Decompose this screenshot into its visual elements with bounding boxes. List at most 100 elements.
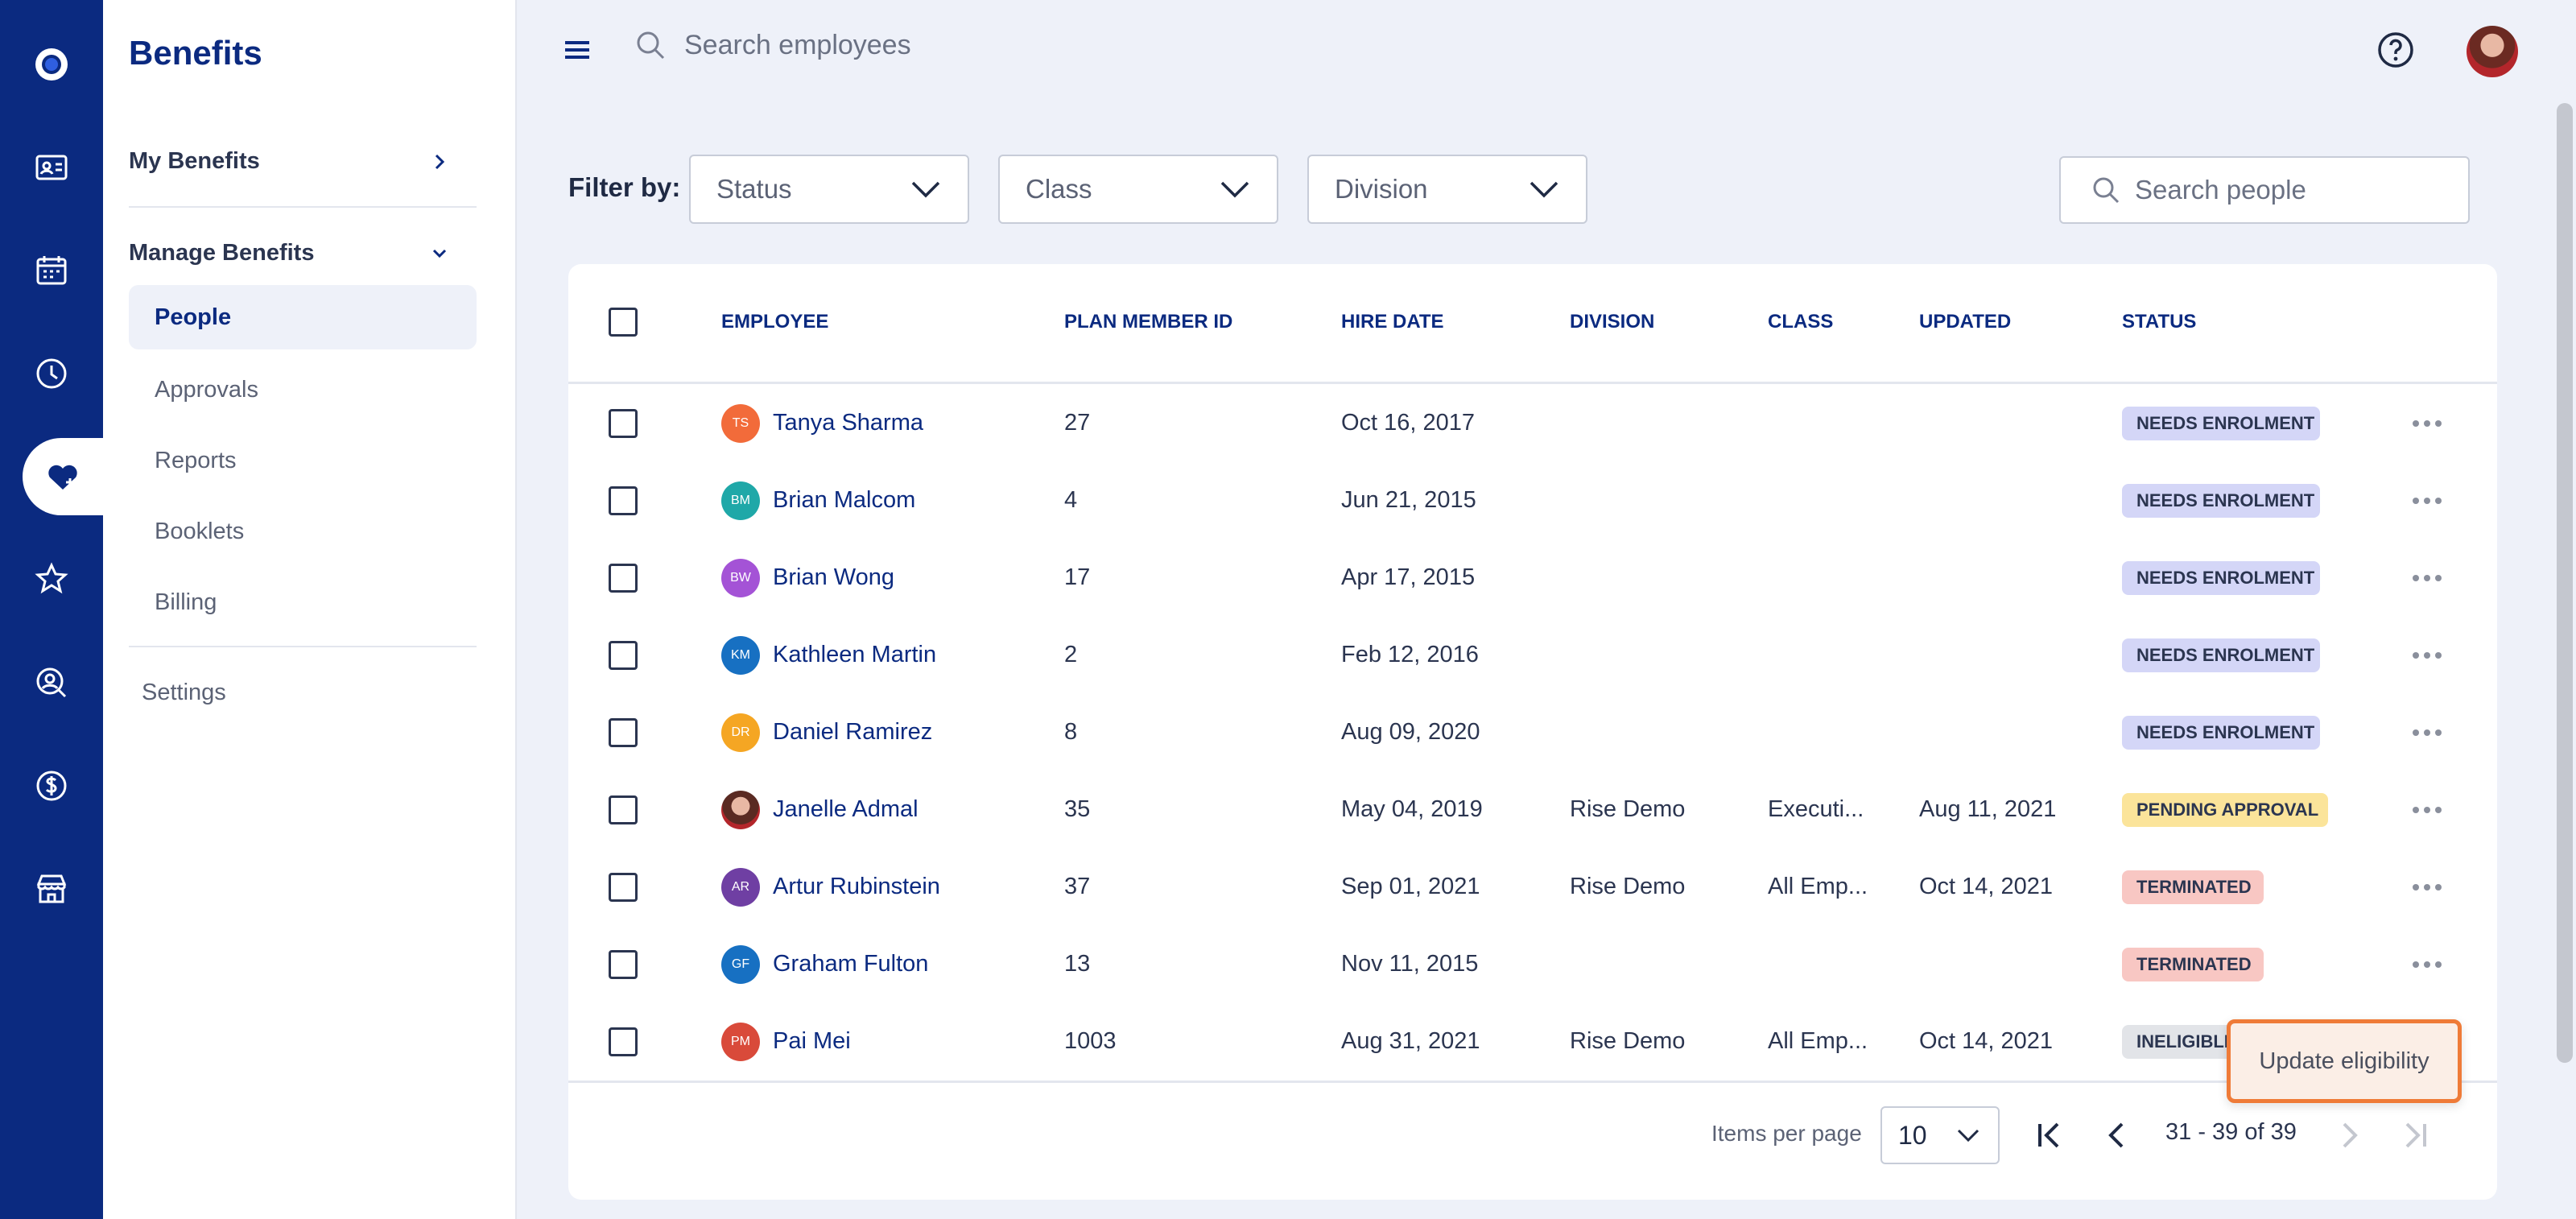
column-header-employee[interactable]: EMPLOYEE bbox=[721, 311, 828, 333]
chevron-down-icon bbox=[1957, 1129, 1979, 1143]
employee-avatar: GF bbox=[721, 945, 760, 984]
employee-search-input[interactable]: Search employees bbox=[684, 30, 911, 61]
row-checkbox[interactable] bbox=[609, 718, 638, 747]
employee-name-link[interactable]: Graham Fulton bbox=[773, 951, 928, 977]
hamburger-menu-icon[interactable] bbox=[564, 39, 591, 61]
dollar-icon[interactable] bbox=[0, 747, 103, 824]
hire-date: Aug 31, 2021 bbox=[1341, 1028, 1480, 1054]
chevron-down-icon bbox=[911, 181, 940, 198]
scrollbar-thumb[interactable] bbox=[2557, 103, 2573, 1063]
store-icon[interactable] bbox=[0, 850, 103, 928]
row-more-actions-icon[interactable] bbox=[2412, 729, 2442, 737]
hire-date: Nov 11, 2015 bbox=[1341, 951, 1479, 977]
employee-name-link[interactable]: Artur Rubinstein bbox=[773, 874, 940, 900]
nav-item-booklets[interactable]: Booklets bbox=[129, 499, 451, 564]
my-benefits-label: My Benefits bbox=[129, 148, 260, 174]
items-per-page-select[interactable]: 10 bbox=[1880, 1106, 2000, 1164]
plan-member-id: 27 bbox=[1064, 410, 1091, 436]
search-icon bbox=[637, 31, 665, 60]
row-checkbox[interactable] bbox=[609, 486, 638, 515]
row-checkbox[interactable] bbox=[609, 950, 638, 979]
nav-title: Benefits bbox=[129, 34, 262, 72]
class-filter-dropdown[interactable]: Class bbox=[998, 155, 1278, 224]
calendar-icon[interactable] bbox=[0, 232, 103, 309]
hire-date: Feb 12, 2016 bbox=[1341, 642, 1479, 667]
row-checkbox[interactable] bbox=[609, 564, 638, 593]
nav-item-people[interactable]: People bbox=[129, 285, 477, 349]
people-search-icon[interactable] bbox=[0, 644, 103, 721]
previous-page-icon[interactable] bbox=[2099, 1118, 2135, 1153]
clock-icon[interactable] bbox=[0, 335, 103, 412]
people-search-box[interactable]: Search people bbox=[2059, 156, 2470, 224]
row-more-actions-icon[interactable] bbox=[2412, 419, 2442, 428]
plan-member-id: 35 bbox=[1064, 796, 1091, 822]
column-header-status[interactable]: STATUS bbox=[2122, 311, 2196, 333]
status-badge: TERMINATED bbox=[2122, 948, 2264, 981]
row-checkbox[interactable] bbox=[609, 641, 638, 670]
app-logo-icon[interactable] bbox=[0, 26, 103, 103]
employee-name-link[interactable]: Brian Malcom bbox=[773, 487, 915, 514]
row-checkbox[interactable] bbox=[609, 873, 638, 902]
nav-item-settings[interactable]: Settings bbox=[142, 680, 226, 706]
column-header-updated[interactable]: UPDATED bbox=[1919, 311, 2011, 333]
row-more-actions-icon[interactable] bbox=[2412, 497, 2442, 505]
nav-item-approvals[interactable]: Approvals bbox=[129, 357, 451, 422]
column-header-class[interactable]: CLASS bbox=[1768, 311, 1833, 333]
hire-date: Oct 16, 2017 bbox=[1341, 410, 1476, 436]
row-more-actions-icon[interactable] bbox=[2412, 651, 2442, 659]
employee-avatar: TS bbox=[721, 404, 760, 443]
plan-member-id: 2 bbox=[1064, 642, 1078, 667]
id-card-icon[interactable] bbox=[0, 129, 103, 206]
column-header-plan-member-id[interactable]: PLAN MEMBER ID bbox=[1064, 311, 1232, 333]
employee-name-link[interactable]: Pai Mei bbox=[773, 1028, 851, 1055]
page-range: 31 - 39 of 39 bbox=[2165, 1119, 2297, 1145]
row-checkbox[interactable] bbox=[609, 1027, 638, 1056]
row-checkbox[interactable] bbox=[609, 409, 638, 438]
employee-name-link[interactable]: Janelle Admal bbox=[773, 796, 919, 823]
manage-benefits-section[interactable]: Manage Benefits bbox=[129, 240, 451, 267]
division-filter-dropdown[interactable]: Division bbox=[1307, 155, 1587, 224]
employee-name-link[interactable]: Brian Wong bbox=[773, 564, 894, 591]
star-icon[interactable] bbox=[0, 541, 103, 618]
nav-item-billing[interactable]: Billing bbox=[129, 570, 451, 634]
chevron-down-icon bbox=[432, 249, 447, 258]
row-more-actions-icon[interactable] bbox=[2412, 883, 2442, 891]
plan-member-id: 37 bbox=[1064, 874, 1091, 899]
employee-name-link[interactable]: Kathleen Martin bbox=[773, 642, 936, 668]
people-search-input[interactable]: Search people bbox=[2135, 175, 2306, 205]
row-more-actions-icon[interactable] bbox=[2412, 574, 2442, 582]
next-page-icon[interactable] bbox=[2331, 1118, 2367, 1153]
update-eligibility-menu-item[interactable]: Update eligibility bbox=[2227, 1019, 2462, 1103]
row-checkbox[interactable] bbox=[609, 795, 638, 824]
column-header-hire-date[interactable]: HIRE DATE bbox=[1341, 311, 1444, 333]
items-per-page-value: 10 bbox=[1898, 1120, 1927, 1150]
first-page-icon[interactable] bbox=[2033, 1118, 2069, 1153]
last-page-icon[interactable] bbox=[2396, 1118, 2431, 1153]
employee-name-link[interactable]: Daniel Ramirez bbox=[773, 719, 932, 746]
status-filter-dropdown[interactable]: Status bbox=[689, 155, 969, 224]
status-badge: NEEDS ENROLMENT bbox=[2122, 716, 2320, 750]
class-filter-value: Class bbox=[1026, 174, 1092, 204]
employee-name-link[interactable]: Tanya Sharma bbox=[773, 410, 923, 436]
employee-search[interactable]: Search employees bbox=[634, 29, 911, 61]
status-badge: NEEDS ENROLMENT bbox=[2122, 561, 2320, 595]
row-more-actions-icon[interactable] bbox=[2412, 961, 2442, 969]
icon-rail bbox=[0, 0, 103, 1219]
class-value: All Emp... bbox=[1768, 874, 1868, 899]
division-value: Rise Demo bbox=[1570, 1028, 1686, 1054]
column-header-division[interactable]: DIVISION bbox=[1570, 311, 1654, 333]
help-icon[interactable] bbox=[2376, 31, 2415, 69]
search-icon bbox=[2093, 177, 2120, 204]
select-all-checkbox[interactable] bbox=[609, 308, 638, 337]
footer-divider bbox=[568, 1081, 2497, 1083]
my-benefits-section[interactable]: My Benefits bbox=[129, 148, 451, 175]
chevron-down-icon bbox=[1220, 181, 1249, 198]
user-avatar[interactable] bbox=[2467, 26, 2518, 77]
status-badge: NEEDS ENROLMENT bbox=[2122, 407, 2320, 440]
status-filter-value: Status bbox=[716, 174, 792, 204]
row-more-actions-icon[interactable] bbox=[2412, 806, 2442, 814]
hire-date: Apr 17, 2015 bbox=[1341, 564, 1476, 590]
nav-item-reports[interactable]: Reports bbox=[129, 428, 451, 493]
benefits-heart-icon[interactable] bbox=[23, 438, 103, 515]
employee-avatar bbox=[721, 791, 760, 829]
